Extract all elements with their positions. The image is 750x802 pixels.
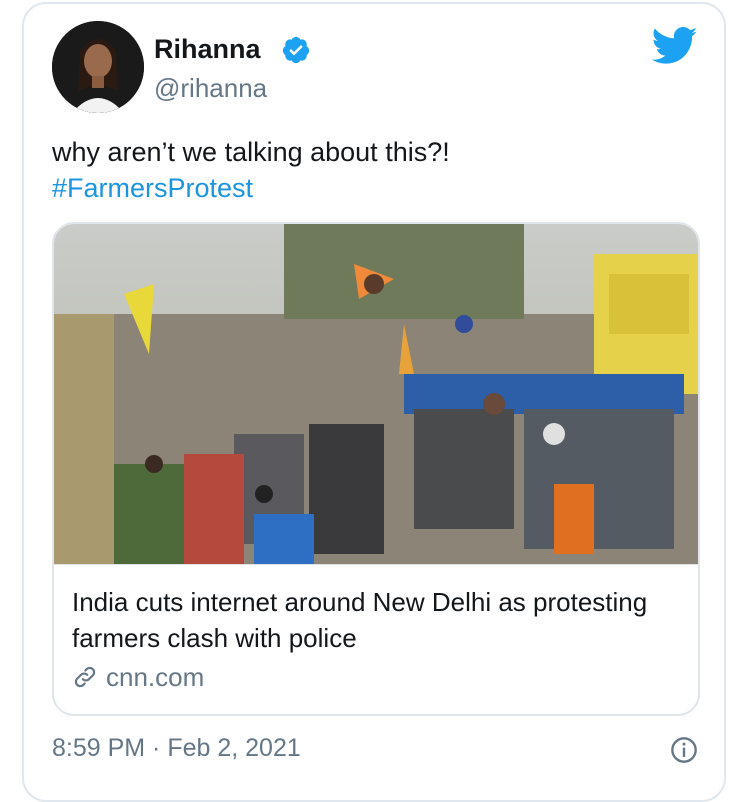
link-domain[interactable]: cnn.com [72,660,204,694]
tweet-timestamp[interactable]: 8:59 PM · Feb 2, 2021 [52,732,301,764]
tweet-card: Rihanna @rihanna why aren’t we talking a… [22,2,726,802]
link-domain-text: cnn.com [106,662,205,692]
link-headline[interactable]: India cuts internet around New Delhi as … [72,584,682,656]
link-icon [74,666,96,688]
verified-badge-icon [282,36,310,64]
link-preview-card[interactable]: India cuts internet around New Delhi as … [52,222,700,716]
farmers-protest-photo-icon [54,224,698,565]
info-icon[interactable] [670,736,698,764]
user-handle[interactable]: @rihanna [154,72,267,104]
avatar[interactable] [52,21,144,113]
profile-photo-icon [52,21,144,113]
display-name[interactable]: Rihanna [154,32,261,66]
tweet-text: why aren’t we talking about this?! [52,137,450,167]
hashtag-link[interactable]: #FarmersProtest [52,170,253,206]
twitter-bird-icon[interactable] [652,26,698,66]
